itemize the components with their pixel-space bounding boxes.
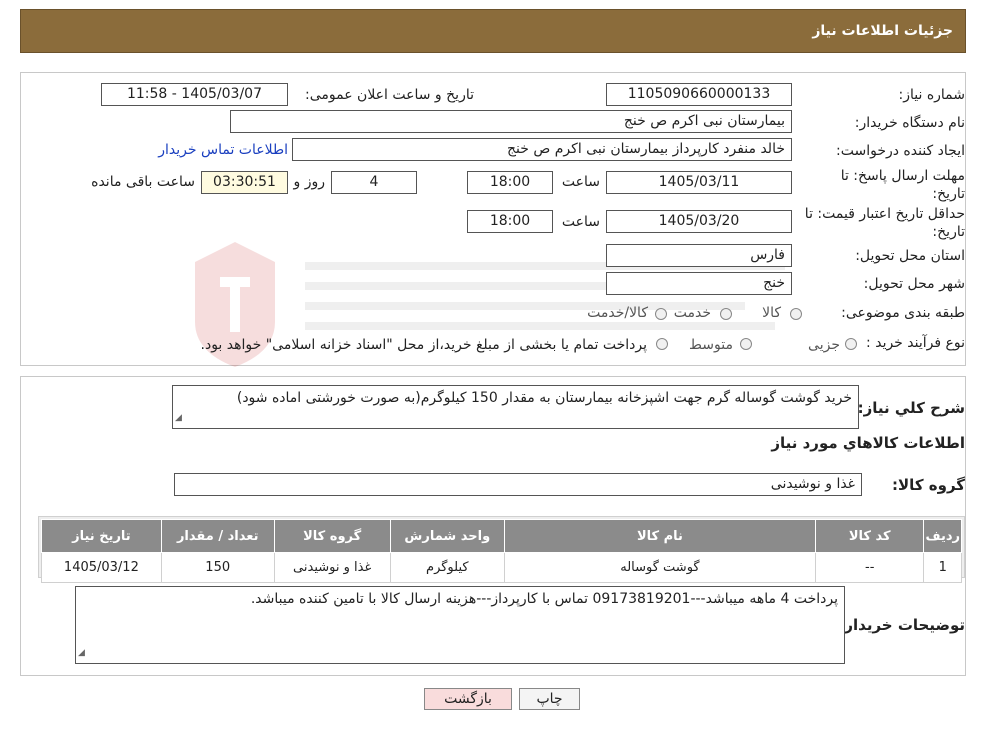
days-remaining-field: 4 (331, 171, 417, 194)
validity-label-date: تاریخ: (932, 224, 965, 240)
table-header-row: رديف کد کالا نام کالا واحد شمارش گروه کا… (41, 519, 962, 553)
items-table: رديف کد کالا نام کالا واحد شمارش گروه کا… (41, 519, 962, 583)
category-option-goods: کالا (762, 305, 781, 321)
category-radio-goods-service[interactable] (655, 308, 667, 320)
description-text: خرید گوشت گوساله گرم جهت اشپزخانه بیمارس… (236, 390, 852, 406)
treasury-checkbox[interactable] (656, 338, 668, 350)
category-radio-goods[interactable] (790, 308, 802, 320)
process-radio-medium[interactable] (740, 338, 752, 350)
description-label: شرح کلي نياز: (857, 399, 965, 417)
category-label: طبقه بندی موضوعی: (841, 305, 965, 321)
process-note: پرداخت تمام یا بخشی از مبلغ خرید،از محل … (200, 337, 647, 353)
validity-label: حداقل تاریخ اعتبار قیمت: تا (804, 206, 965, 222)
announce-label: تاریخ و ساعت اعلان عمومی: (305, 87, 474, 103)
goods-group-field: غذا و نوشیدنی (174, 473, 862, 496)
cell-item-group: غذا و نوشیدنی (273, 552, 391, 583)
category-option-goods-service: کالا/خدمت (587, 305, 648, 321)
category-option-service: خدمت (673, 305, 711, 321)
buyer-org-field: بیمارستان نبی اکرم ص خنج (230, 110, 792, 133)
buyer-org-label: نام دستگاه خریدار: (854, 115, 965, 131)
creator-field: خالد منفرد کارپرداز بیمارستان نبی اکرم ص… (292, 138, 792, 161)
description-textarea[interactable]: خرید گوشت گوساله گرم جهت اشپزخانه بیمارس… (172, 385, 859, 429)
remaining-time-field: 03:30:51 (201, 171, 288, 194)
th-need-date: تاریخ نیاز (41, 519, 162, 553)
process-label: نوع فرآیند خرید : (866, 335, 965, 351)
th-quantity: تعداد / مقدار (160, 519, 275, 553)
buyer-notes-textarea[interactable]: پرداخت 4 ماهه میباشد---09173819201 تماس … (75, 586, 845, 664)
deadline-date-field: 1405/03/11 (606, 171, 792, 194)
page-title: جزئیات اطلاعات نیاز (812, 23, 953, 39)
validity-time-field: 18:00 (467, 210, 553, 233)
cell-item-name: گوشت گوساله (503, 552, 816, 583)
buyer-contact-link[interactable]: اطلاعات تماس خریدار (158, 142, 288, 158)
print-button[interactable]: چاپ (519, 688, 580, 710)
process-option-medium: متوسط (689, 337, 733, 353)
deadline-label-date: تاریخ: (932, 186, 965, 202)
cell-unit: کیلوگرم (389, 552, 505, 583)
page-header: جزئیات اطلاعات نیاز (20, 9, 966, 53)
cell-quantity: 150 (160, 552, 275, 583)
city-label: شهر محل تحویل: (863, 276, 965, 292)
category-radio-service[interactable] (720, 308, 732, 320)
resize-grip-icon[interactable]: ◢ (78, 644, 85, 662)
creator-label: ایجاد کننده درخواست: (836, 143, 965, 159)
th-item-group: گروه کالا (273, 519, 391, 553)
th-item-code: کد کالا (814, 519, 925, 553)
th-unit: واحد شمارش (389, 519, 505, 553)
province-label: استان محل تحویل: (855, 248, 965, 264)
need-number-field: 1105090660000133 (606, 83, 792, 106)
city-field: خنج (606, 272, 792, 295)
buyer-notes-label: توضیحات خریدار: (838, 616, 965, 634)
resize-grip-icon[interactable]: ◢ (175, 409, 182, 427)
cell-row-number: 1 (923, 552, 962, 583)
items-table-wrapper: رديف کد کالا نام کالا واحد شمارش گروه کا… (38, 516, 965, 583)
deadline-time-label: ساعت (561, 174, 600, 190)
back-button[interactable]: بازگشت (424, 688, 512, 710)
validity-date-field: 1405/03/20 (606, 210, 792, 233)
buyer-notes-text: پرداخت 4 ماهه میباشد---09173819201 تماس … (250, 591, 838, 607)
goods-section-title: اطلاعات کالاهاي مورد نياز (771, 434, 965, 452)
remaining-time-label: ساعت باقی مانده (91, 174, 195, 190)
process-radio-minor[interactable] (845, 338, 857, 350)
process-option-minor: جزیی (808, 337, 840, 353)
deadline-time-field: 18:00 (467, 171, 553, 194)
days-label: روز و (293, 174, 326, 190)
province-field: فارس (606, 244, 792, 267)
table-row: 1 -- گوشت گوساله کیلوگرم غذا و نوشیدنی 1… (41, 552, 962, 583)
cell-need-date: 1405/03/12 (41, 552, 162, 583)
need-number-label: شماره نیاز: (898, 87, 966, 103)
announce-datetime-field: 1405/03/07 - 11:58 (101, 83, 288, 106)
validity-time-label: ساعت (561, 214, 600, 230)
cell-item-code: -- (814, 552, 925, 583)
deadline-label: مهلت ارسال پاسخ: تا (840, 168, 965, 184)
th-row-number: رديف (923, 519, 962, 553)
goods-group-label: گروه کالا: (892, 476, 965, 494)
th-item-name: نام کالا (503, 519, 816, 553)
